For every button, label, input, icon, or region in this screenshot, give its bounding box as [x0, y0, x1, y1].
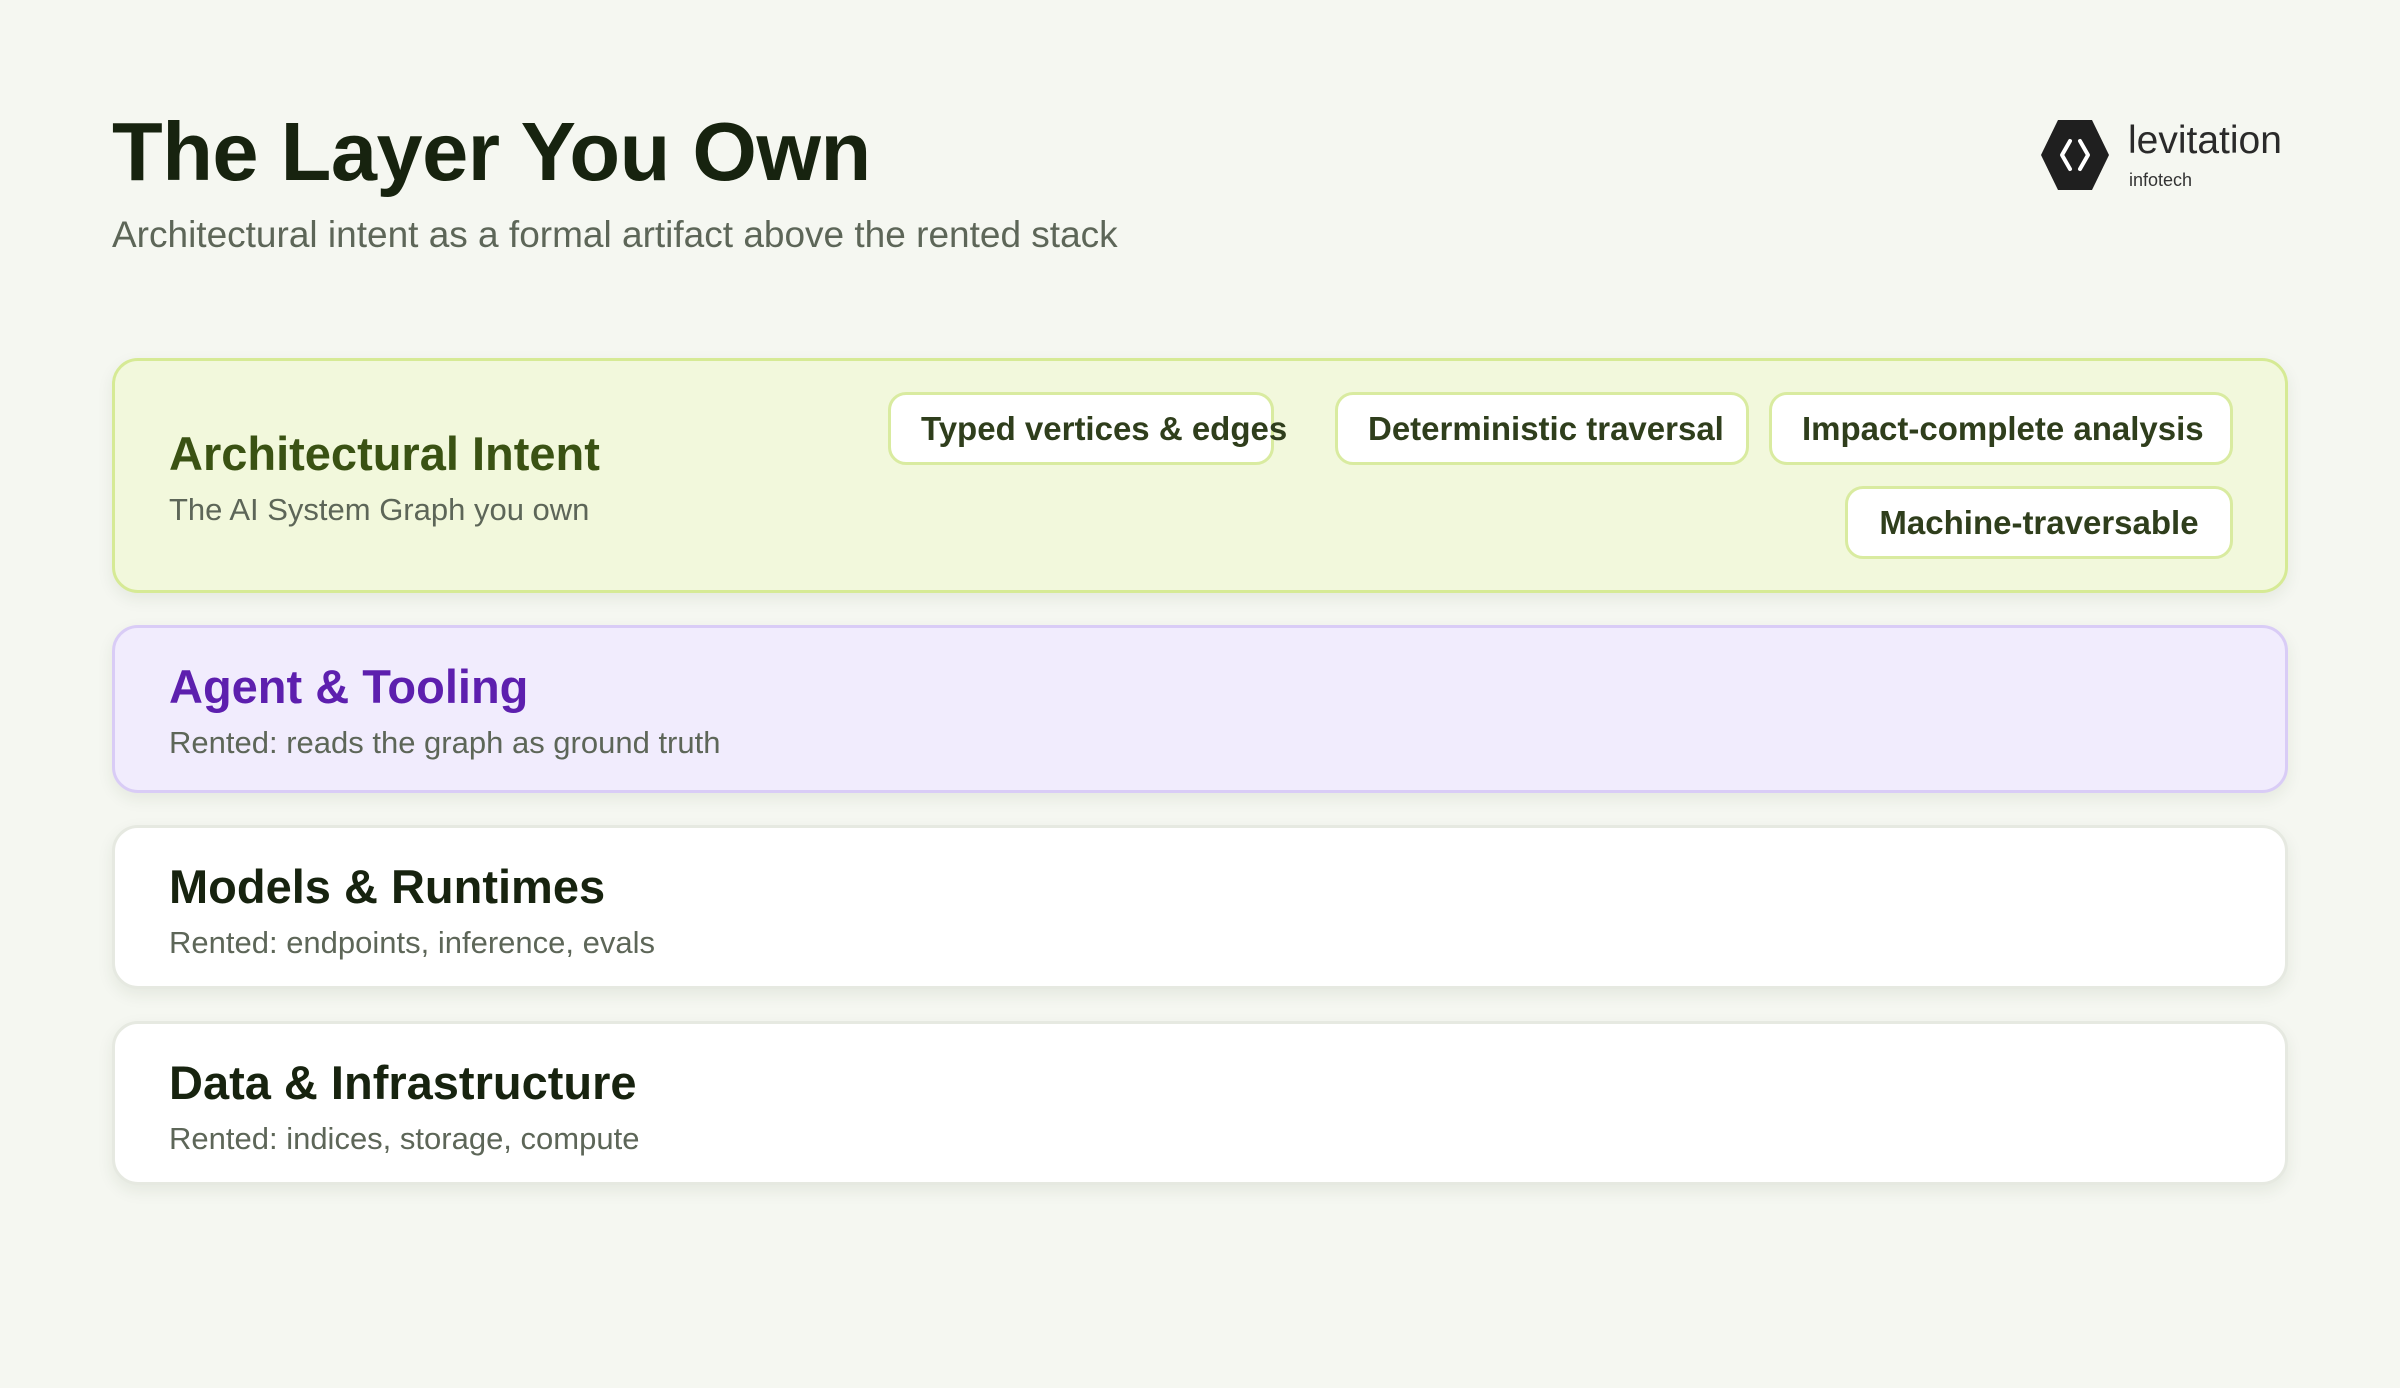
layer-title: Models & Runtimes — [169, 860, 606, 913]
chip-impact-complete-analysis: Impact-complete analysis — [1769, 392, 2233, 465]
layer-description: The AI System Graph you own — [169, 492, 590, 527]
layer-architectural-intent: Architectural Intent The AI System Graph… — [112, 358, 2288, 593]
layer-title: Architectural Intent — [169, 427, 600, 480]
chip-machine-traversable: Machine-traversable — [1845, 486, 2233, 559]
header: The Layer You Own Architectural intent a… — [112, 110, 1118, 257]
logo-tagline: infotech — [2129, 170, 2193, 190]
page-title: The Layer You Own — [112, 105, 871, 198]
layer-stack: Architectural Intent The AI System Graph… — [112, 358, 2288, 1217]
layer-agent-tooling: Agent & Tooling Rented: reads the graph … — [112, 625, 2288, 793]
layer-description: Rented: indices, storage, compute — [169, 1121, 640, 1156]
layer-title: Data & Infrastructure — [169, 1056, 637, 1109]
layer-description: Rented: endpoints, inference, evals — [169, 925, 655, 960]
logo-name: levitation — [2128, 119, 2282, 162]
chip-typed-vertices: Typed vertices & edges — [888, 392, 1287, 465]
layer-models-runtimes: Models & Runtimes Rented: endpoints, inf… — [112, 825, 2288, 989]
page-subtitle: Architectural intent as a formal artifac… — [112, 214, 1118, 255]
layer-data-infrastructure: Data & Infrastructure Rented: indices, s… — [112, 1021, 2288, 1185]
hexagon-code-icon — [2041, 120, 2109, 190]
layer-title: Agent & Tooling — [169, 660, 529, 713]
chip-deterministic-traversal: Deterministic traversal — [1335, 392, 1749, 465]
layer-description: Rented: reads the graph as ground truth — [169, 725, 721, 760]
logo: levitation infotech — [2040, 118, 2288, 198]
